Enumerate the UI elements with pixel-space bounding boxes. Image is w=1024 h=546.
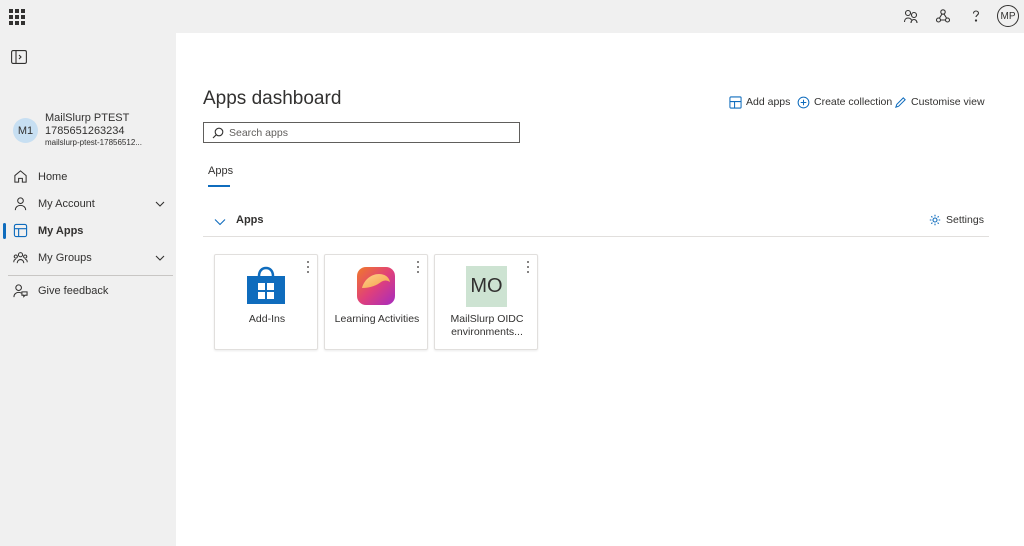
app-tile-name: Add-Ins xyxy=(248,313,286,325)
tab-apps[interactable]: Apps xyxy=(208,165,233,177)
sidebar-item-label: Give feedback xyxy=(38,285,109,297)
tab-selected-indicator xyxy=(208,185,230,187)
sidebar-divider xyxy=(8,275,173,276)
home-icon xyxy=(13,169,28,184)
app-tile-add-ins[interactable]: Add-Ins xyxy=(214,254,318,350)
sidebar: M1 MailSlurp PTEST 1785651263234 mailslu… xyxy=(0,33,176,546)
app-tile-learning-activities[interactable]: Learning Activities xyxy=(324,254,428,350)
network-icon[interactable] xyxy=(935,8,951,24)
more-options-icon[interactable] xyxy=(525,261,531,273)
sidebar-item-my-groups[interactable]: My Groups xyxy=(0,245,176,271)
create-collection-label: Create collection xyxy=(814,96,893,108)
sidebar-item-label: Home xyxy=(38,171,68,183)
help-icon[interactable] xyxy=(968,8,984,24)
sidebar-item-my-account[interactable]: My Account xyxy=(0,191,176,217)
more-options-icon[interactable] xyxy=(415,261,421,273)
organizations-icon[interactable] xyxy=(903,8,919,24)
add-apps-button[interactable]: Add apps xyxy=(729,94,790,110)
create-collection-button[interactable]: Create collection xyxy=(797,94,892,110)
account-avatar[interactable]: MP xyxy=(997,5,1019,27)
sidebar-item-label: My Apps xyxy=(38,225,84,237)
search-box xyxy=(203,122,520,143)
more-options-icon[interactable] xyxy=(305,261,311,273)
apps-group-header: Apps Settings xyxy=(203,205,989,237)
gear-icon xyxy=(929,214,941,226)
chevron-down-icon[interactable] xyxy=(155,253,165,263)
feedback-icon xyxy=(13,283,28,298)
app-tile-name: Learning Activities xyxy=(334,313,420,325)
sidebar-item-my-apps[interactable]: My Apps xyxy=(0,218,176,244)
chevron-down-icon[interactable] xyxy=(214,215,226,227)
chevron-down-icon[interactable] xyxy=(155,199,165,209)
add-circle-icon xyxy=(797,96,810,108)
profile-name: MailSlurp PTEST 1785651263234 xyxy=(45,112,130,137)
groups-icon xyxy=(13,250,28,265)
top-bar: MP xyxy=(0,0,1024,33)
shopping-bag-icon xyxy=(246,266,286,306)
add-apps-icon xyxy=(729,95,742,109)
app-initials-logo: MO xyxy=(466,266,507,307)
settings-label: Settings xyxy=(946,214,984,226)
profile-email: mailslurp-ptest-17856512... xyxy=(45,138,142,147)
edit-icon xyxy=(895,96,906,108)
app-launcher-icon[interactable] xyxy=(6,6,26,26)
customise-view-label: Customise view xyxy=(911,96,985,108)
search-input[interactable] xyxy=(229,126,509,139)
search-icon xyxy=(212,127,224,138)
sidebar-item-give-feedback[interactable]: Give feedback xyxy=(0,278,176,304)
settings-button[interactable]: Settings xyxy=(929,214,984,226)
app-tile-mailslurp-oidc[interactable]: MO MailSlurp OIDC environments... xyxy=(434,254,538,350)
sidebar-item-home[interactable]: Home xyxy=(0,164,176,190)
apps-icon xyxy=(13,223,28,238)
collapse-menu-icon[interactable] xyxy=(11,50,27,64)
sidebar-item-label: My Groups xyxy=(38,252,92,264)
page-title: Apps dashboard xyxy=(203,88,342,109)
profile-avatar: M1 xyxy=(13,118,38,143)
app-tile-name: MailSlurp OIDC environments... xyxy=(450,313,524,338)
person-icon xyxy=(13,196,28,211)
sidebar-item-label: My Account xyxy=(38,198,95,210)
active-indicator xyxy=(3,223,6,239)
learning-activities-icon xyxy=(356,266,396,306)
customise-view-button[interactable]: Customise view xyxy=(894,94,985,110)
add-apps-label: Add apps xyxy=(746,96,791,108)
apps-group-title: Apps xyxy=(236,214,264,226)
